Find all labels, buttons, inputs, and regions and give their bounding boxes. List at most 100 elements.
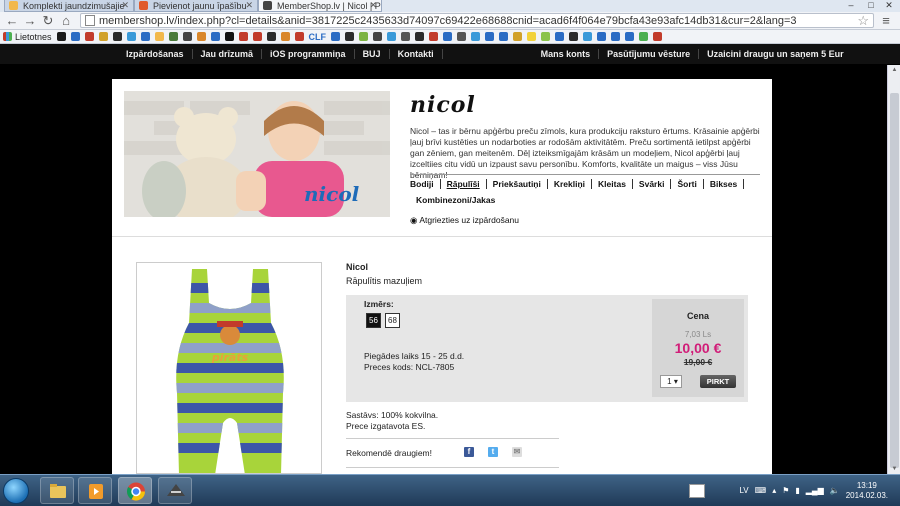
facebook-icon[interactable]: f	[464, 447, 474, 457]
bookmark-favicon-icon[interactable]	[56, 32, 66, 41]
bookmark-favicon-icon[interactable]	[70, 32, 80, 41]
bookmark-favicon-icon[interactable]	[527, 32, 537, 41]
bookmark-favicon-icon[interactable]	[140, 32, 150, 41]
bookmark-favicon-icon[interactable]	[280, 32, 290, 41]
bookmark-text[interactable]: CLF	[309, 32, 327, 42]
bookmark-favicon-icon[interactable]	[373, 32, 383, 41]
bookmark-favicon-icon[interactable]	[499, 32, 509, 41]
bookmark-favicon-icon[interactable]	[345, 32, 355, 41]
bookmark-favicon-icon[interactable]	[182, 32, 192, 41]
bookmark-favicon-icon[interactable]	[168, 32, 178, 41]
browser-tab-2[interactable]: Pievienot jaunu īpašību ✕	[134, 0, 258, 12]
browser-tab-3[interactable]: MemberShop.lv | Nicol | P ✕	[258, 0, 382, 12]
back-to-sales-link[interactable]: ◉ Atgriezties uz izpārdošanu	[410, 215, 519, 226]
close-tab-icon[interactable]: ✕	[369, 0, 377, 11]
buy-button[interactable]: PIRKT	[700, 375, 736, 388]
bookmark-favicon-icon[interactable]	[252, 32, 262, 41]
bookmark-favicon-icon[interactable]	[196, 32, 206, 41]
bookmark-favicon-icon[interactable]	[359, 32, 369, 41]
bookmark-star-icon[interactable]: ☆	[857, 14, 869, 27]
address-bar[interactable]: membershop.lv/index.php?cl=details&anid=…	[80, 13, 874, 28]
size-option-68[interactable]: 68	[385, 313, 400, 328]
bookmark-favicon-icon[interactable]	[555, 32, 565, 41]
bookmark-favicon-icon[interactable]	[583, 32, 593, 41]
quantity-select[interactable]: 1 ▾	[660, 375, 682, 388]
bookmark-favicon-icon[interactable]	[429, 32, 439, 41]
nav-order-history[interactable]: Pasūtījumu vēsture	[599, 49, 700, 59]
menu-icon[interactable]: ≡	[878, 13, 894, 29]
taskbar-media-player[interactable]	[78, 477, 112, 504]
bookmark-favicon-icon[interactable]	[471, 32, 481, 41]
bookmark-favicon-icon[interactable]	[485, 32, 495, 41]
twitter-icon[interactable]: t	[488, 447, 498, 457]
start-button[interactable]	[3, 478, 29, 504]
bookmark-favicon-icon[interactable]	[154, 32, 164, 41]
bookmark-favicon-icon[interactable]	[569, 32, 579, 41]
back-icon[interactable]: ←	[4, 13, 20, 29]
bookmark-favicon-icon[interactable]	[84, 32, 94, 41]
bookmark-favicon-icon[interactable]	[611, 32, 621, 41]
maximize-icon[interactable]: □	[862, 0, 880, 10]
scroll-thumb[interactable]	[890, 93, 899, 468]
nav-ios-app[interactable]: iOS programmiņa	[262, 49, 355, 59]
bookmark-favicon-icon[interactable]	[639, 32, 649, 41]
volume-icon[interactable]: 🔈	[830, 486, 840, 495]
minimize-icon[interactable]: –	[842, 0, 860, 10]
bookmark-favicon-icon[interactable]	[224, 32, 234, 41]
email-icon[interactable]: ✉	[512, 447, 522, 457]
show-hidden-icons[interactable]: ▴	[772, 486, 776, 495]
bookmark-favicon-icon[interactable]	[210, 32, 220, 41]
bookmark-favicon-icon[interactable]	[653, 32, 663, 41]
nav-faq[interactable]: BUJ	[355, 49, 390, 59]
category-shorts[interactable]: Šorti	[671, 179, 704, 189]
nav-my-account[interactable]: Mans konts	[533, 49, 600, 59]
bookmark-favicon-icon[interactable]	[387, 32, 397, 41]
bookmark-favicon-icon[interactable]	[415, 32, 425, 41]
taskbar-chrome[interactable]	[118, 477, 152, 504]
bookmark-favicon-icon[interactable]	[238, 32, 248, 41]
bookmark-favicon-icon[interactable]	[331, 32, 341, 41]
category-overalls[interactable]: Kombinezoni/Jakas	[410, 195, 501, 205]
home-icon[interactable]: ⌂	[58, 13, 74, 29]
category-dresses[interactable]: Kleitas	[592, 179, 633, 189]
product-image[interactable]: pirāts	[136, 262, 322, 474]
category-rompers[interactable]: Rāpulīši	[441, 179, 487, 189]
bookmark-favicon-icon[interactable]	[266, 32, 276, 41]
clock[interactable]: 13:19 2014.02.03.	[846, 481, 888, 501]
nav-coming-soon[interactable]: Jau drīzumā	[193, 49, 263, 59]
category-shirts[interactable]: Krekliņi	[548, 179, 593, 189]
bookmark-favicon-icon[interactable]	[443, 32, 453, 41]
close-tab-icon[interactable]: ✕	[121, 0, 129, 11]
bookmark-favicon-icon[interactable]	[98, 32, 108, 41]
bookmark-favicon-icon[interactable]	[112, 32, 122, 41]
browser-tab-1[interactable]: Komplekti jaundzimušajie ✕	[4, 0, 134, 12]
close-window-icon[interactable]: ✕	[880, 0, 898, 10]
category-bibs[interactable]: Priekšautiņi	[487, 179, 548, 189]
bookmark-favicon-icon[interactable]	[126, 32, 136, 41]
language-indicator[interactable]: LV	[739, 486, 748, 495]
reload-icon[interactable]: ↻	[40, 13, 56, 29]
keyboard-icon[interactable]: ⌨	[755, 486, 767, 495]
nav-invite-friend[interactable]: Uzaicini draugu un saņem 5 Eur	[699, 49, 852, 59]
bookmark-favicon-icon[interactable]	[541, 32, 551, 41]
tray-app-icon[interactable]	[689, 483, 706, 498]
bookmark-favicon-icon[interactable]	[457, 32, 467, 41]
bookmark-favicon-icon[interactable]	[597, 32, 607, 41]
bookmark-favicon-icon[interactable]	[513, 32, 523, 41]
nav-contacts[interactable]: Kontakti	[390, 49, 443, 59]
network-icon[interactable]: ▮	[795, 486, 799, 495]
bookmark-favicon-icon[interactable]	[625, 32, 635, 41]
close-tab-icon[interactable]: ✕	[245, 0, 253, 11]
page-scrollbar[interactable]: ▲ ▼	[887, 65, 900, 474]
nav-sales[interactable]: Izpārdošanas	[118, 49, 193, 59]
bookmark-favicon-icon[interactable]	[401, 32, 411, 41]
flag-icon[interactable]: ⚑	[782, 486, 789, 495]
scroll-down-icon[interactable]: ▼	[888, 466, 900, 472]
category-pants[interactable]: Bikses	[704, 179, 745, 189]
category-skirts[interactable]: Svārki	[633, 179, 672, 189]
category-bodies[interactable]: Bodiji	[410, 179, 441, 189]
scroll-up-icon[interactable]: ▲	[888, 67, 900, 73]
forward-icon[interactable]: →	[22, 13, 38, 29]
bookmark-favicon-icon[interactable]	[294, 32, 304, 41]
taskbar-explorer[interactable]	[40, 477, 74, 504]
